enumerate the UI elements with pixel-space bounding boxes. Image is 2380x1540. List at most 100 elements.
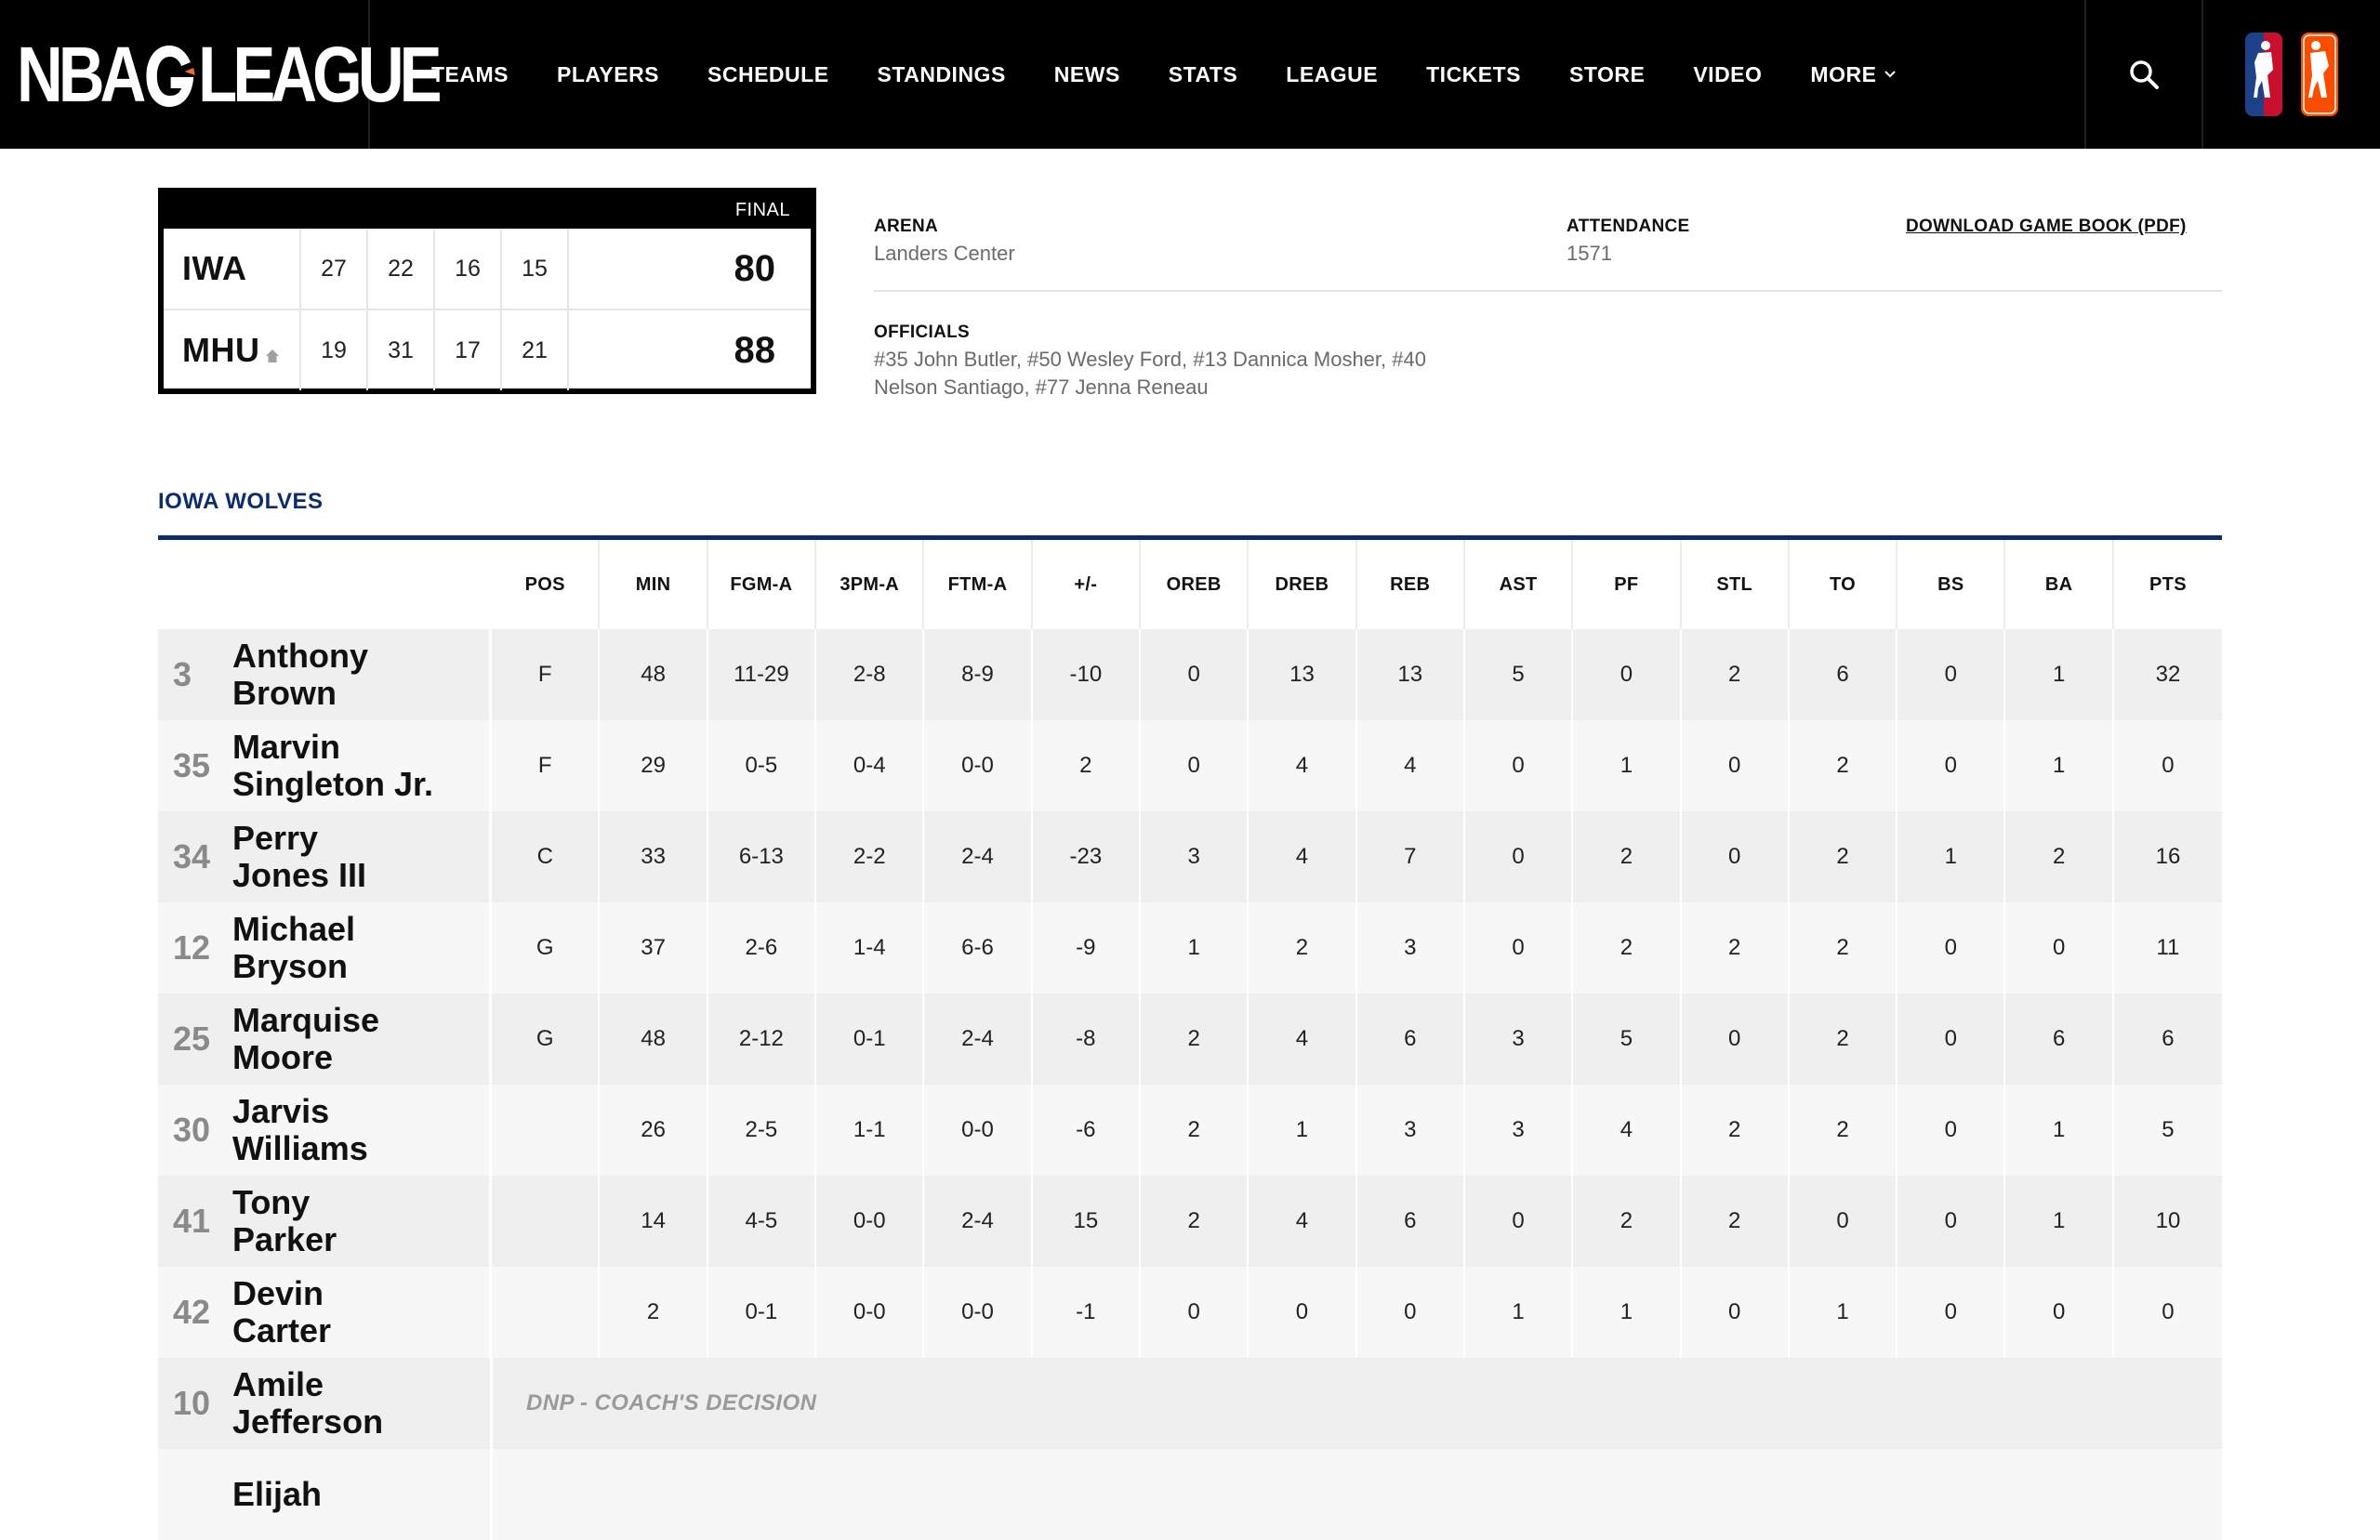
stat-cell: 0-1 xyxy=(816,994,925,1085)
column-header[interactable]: DREB xyxy=(1249,540,1357,629)
stat-cell xyxy=(492,1267,601,1358)
quarter-score: 31 xyxy=(368,310,435,390)
stat-cell: 0 xyxy=(1465,720,1574,811)
nav-teams[interactable]: TEAMS xyxy=(431,62,509,87)
search-button[interactable] xyxy=(2084,0,2203,149)
wnba-logo-icon[interactable] xyxy=(2301,33,2338,116)
stat-cell: 3 xyxy=(1465,1085,1574,1176)
officials-line-1: #35 John Butler, #50 Wesley Ford, #13 Da… xyxy=(874,348,1426,371)
column-header[interactable]: FTM-A xyxy=(924,540,1033,629)
player-cell: 10 Amile Jefferson xyxy=(158,1358,493,1449)
stat-cell: 0-0 xyxy=(924,1085,1033,1176)
quarter-score: 16 xyxy=(435,229,502,309)
column-header[interactable]: 3PM-A xyxy=(816,540,925,629)
stat-cell: 2 xyxy=(1141,994,1250,1085)
game-status: FINAL xyxy=(734,200,790,220)
nba-g-league-logo[interactable]: NBA LEAGUE xyxy=(0,0,443,149)
player-first-name: Amile xyxy=(232,1365,324,1403)
column-header[interactable]: PF xyxy=(1573,540,1682,629)
stat-cell: 48 xyxy=(600,994,708,1085)
away-team-abbr[interactable]: IWA xyxy=(164,229,301,309)
stat-cell: 1 xyxy=(2005,720,2114,811)
stat-cell: 3 xyxy=(1465,994,1574,1085)
stat-cell: 15 xyxy=(1033,1176,1141,1267)
stat-cell: 8-9 xyxy=(924,629,1033,720)
player-first-name: Tony xyxy=(232,1183,311,1221)
player-name-link[interactable]: Marvin Singleton Jr. xyxy=(232,729,433,803)
stat-cell: 1 xyxy=(1249,1085,1357,1176)
column-header[interactable]: +/- xyxy=(1033,540,1141,629)
column-header[interactable]: TO xyxy=(1790,540,1898,629)
nav-league[interactable]: LEAGUE xyxy=(1286,62,1378,87)
column-header[interactable]: FGM-A xyxy=(708,540,817,629)
stat-cell: 0-5 xyxy=(708,720,817,811)
nav-tickets[interactable]: TICKETS xyxy=(1426,62,1521,87)
player-name-link[interactable]: Amile Jefferson xyxy=(232,1366,383,1441)
column-header[interactable]: OREB xyxy=(1141,540,1250,629)
home-total-score: 88 xyxy=(734,329,776,371)
column-header[interactable]: AST xyxy=(1465,540,1574,629)
stat-cell: 7 xyxy=(1357,811,1465,902)
stat-cell: 0 xyxy=(2162,1299,2175,1324)
quarter-score: 19 xyxy=(301,310,368,390)
stat-cell: F xyxy=(492,629,601,720)
nav-stats[interactable]: STATS xyxy=(1169,62,1237,87)
away-total-score: 80 xyxy=(734,247,776,289)
stat-cell: 2 xyxy=(1790,902,1898,994)
player-cell: 3 Anthony Brown xyxy=(158,629,493,720)
column-header[interactable]: MIN xyxy=(600,540,708,629)
player-name-link[interactable]: Jarvis Williams xyxy=(232,1093,368,1167)
table-row: 34 Perry Jones III C 33 6-13 2-2 2-4 -23 3 4 7 0 2 0 2 1… xyxy=(158,811,2222,902)
download-game-book-link[interactable]: DOWNLOAD GAME BOOK (PDF) xyxy=(1906,217,2187,237)
player-name-link[interactable]: Marquise Moore xyxy=(232,1002,379,1076)
column-header[interactable]: BA xyxy=(2005,540,2114,629)
stat-cell: 2-4 xyxy=(924,1176,1033,1267)
player-name-link[interactable]: Anthony Brown xyxy=(232,638,368,712)
quarter-score: 22 xyxy=(368,229,435,309)
home-team-abbr[interactable]: MHU xyxy=(164,310,301,390)
table-row: 30 Jarvis Williams 26 2-5 1-1 0-0 -6 2 1 3 3 4 2 2 0 1 5 xyxy=(158,1085,2222,1176)
player-name-link[interactable]: Devin Carter xyxy=(232,1275,331,1349)
player-last-name: Jefferson xyxy=(232,1402,384,1441)
table-row: 3 Anthony Brown F 48 11-29 2-8 8-9 -10 0 13 13 5 0 2 6 0… xyxy=(158,629,2222,720)
table-row: 10 Amile Jefferson DNP - COACH'S DECISION xyxy=(158,1358,2222,1449)
player-name-link[interactable]: Michael Bryson xyxy=(232,911,355,985)
logo-wordmark: NBA LEAGUE xyxy=(17,35,443,113)
table-row: 35 Marvin Singleton Jr. F 29 0-5 0-4 0-0 2 0 4 4 0 1 0… xyxy=(158,720,2222,811)
top-navigation: NBA LEAGUE TEAMS PLAYERS SCHEDULE STANDI… xyxy=(0,0,2380,149)
stat-cell: 0 xyxy=(1682,720,1790,811)
player-name-link[interactable]: Tony Parker xyxy=(232,1184,337,1258)
column-header[interactable]: STL xyxy=(1682,540,1790,629)
player-name-link[interactable]: Elijah xyxy=(232,1476,322,1513)
search-icon xyxy=(2130,60,2159,89)
nav-schedule[interactable]: SCHEDULE xyxy=(707,62,829,87)
column-header[interactable]: POS xyxy=(492,540,601,629)
nba-logo-icon[interactable] xyxy=(2245,33,2282,116)
player-first-name: Marquise xyxy=(232,1001,380,1039)
player-name-link[interactable]: Perry Jones III xyxy=(232,820,366,894)
stat-cell: 2-5 xyxy=(708,1085,817,1176)
stat-cell: 2 xyxy=(1682,629,1790,720)
stat-cell: 33 xyxy=(600,811,708,902)
column-header[interactable]: BS xyxy=(1897,540,2006,629)
column-header[interactable]: PTS xyxy=(2114,540,2222,629)
player-cell: 30 Jarvis Williams xyxy=(158,1085,493,1176)
stat-cell xyxy=(492,1176,601,1267)
column-header[interactable]: REB xyxy=(1357,540,1465,629)
nav-news[interactable]: NEWS xyxy=(1054,62,1120,87)
box-score-table: POS MIN FGM-A 3PM-A FTM-A +/- OREB DREB … xyxy=(158,540,2222,1540)
nav-more[interactable]: MORE xyxy=(1810,62,1897,87)
stat-cell: 0 xyxy=(2005,902,2114,994)
stat-cell: 0-1 xyxy=(708,1267,817,1358)
stat-cell: 3 xyxy=(1357,902,1465,994)
nav-standings[interactable]: STANDINGS xyxy=(878,62,1006,87)
dnp-note: DNP - COACH'S DECISION xyxy=(526,1390,817,1415)
stat-cell: 3 xyxy=(1357,1085,1465,1176)
stat-cell: 4 xyxy=(1249,720,1357,811)
nav-players[interactable]: PLAYERS xyxy=(557,62,659,87)
nav-video[interactable]: VIDEO xyxy=(1693,62,1762,87)
quarter-score: 15 xyxy=(502,229,569,309)
nav-store[interactable]: STORE xyxy=(1569,62,1645,87)
stat-cell: -10 xyxy=(1033,629,1141,720)
stat-cell: 1 xyxy=(2005,1085,2114,1176)
